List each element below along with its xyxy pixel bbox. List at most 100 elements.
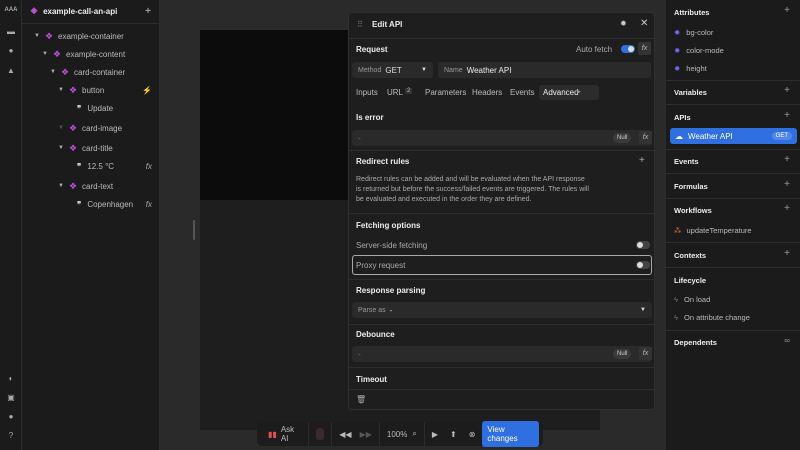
- parse-as-label: Parse as: [358, 306, 386, 314]
- formula-button[interactable]: fx: [639, 347, 652, 360]
- tab-events[interactable]: Events: [510, 88, 534, 97]
- add-attribute-icon[interactable]: +: [784, 5, 790, 16]
- icon-bar: ААА ▬ ● ▲ ◐ ▣ ● ?: [0, 0, 22, 450]
- tab-parameters[interactable]: Parameters: [425, 88, 466, 97]
- tree-item[interactable]: ▼ ❖ card-text: [22, 177, 160, 195]
- tree-item[interactable]: ▼ ❖ example-content: [22, 45, 160, 63]
- help-icon[interactable]: ?: [0, 431, 22, 440]
- fetching-options-heading: Fetching options: [356, 221, 421, 230]
- resize-handle[interactable]: [193, 220, 195, 240]
- formula-icon[interactable]: fx: [146, 200, 152, 209]
- is-error-input[interactable]: -: [352, 130, 652, 146]
- caret-icon[interactable]: ▼: [58, 125, 64, 131]
- auto-fetch-toggle[interactable]: [621, 45, 635, 53]
- lifecycle-label: On load: [683, 295, 711, 304]
- tab-url[interactable]: URL: [387, 88, 403, 97]
- zoom-icon[interactable]: ⌕: [412, 429, 416, 439]
- tree-item[interactable]: ▼ ❖ card-title: [22, 139, 160, 157]
- lifecycle-item[interactable]: ϟ On attribute change: [674, 313, 750, 322]
- timeout-heading: Timeout: [356, 375, 387, 384]
- tab-advanced[interactable]: Advanced: [539, 85, 599, 100]
- globe-icon[interactable]: ●: [0, 46, 22, 55]
- play-icon: ▶: [577, 89, 581, 95]
- gear-icon: ✹: [674, 46, 681, 55]
- name-label: Name: [444, 66, 463, 74]
- tree-label: card-image: [82, 123, 123, 133]
- tree-label: card-text: [82, 181, 114, 191]
- add-workflow-icon[interactable]: +: [784, 203, 790, 214]
- link-icon[interactable]: ∞: [784, 336, 790, 345]
- ask-ai-button[interactable]: ▮▮ Ask AI: [261, 422, 310, 446]
- drag-handle-icon[interactable]: ⠿: [357, 20, 363, 29]
- tab-inputs[interactable]: Inputs: [356, 88, 378, 97]
- null-type-select[interactable]: Null: [613, 349, 632, 359]
- tree-item[interactable]: ❞ 12.5 °C fx: [22, 157, 160, 175]
- lightning-icon: ⚡: [142, 85, 152, 95]
- lifecycle-item[interactable]: ϟ On load: [674, 295, 710, 304]
- element-icon: ❖: [44, 30, 54, 41]
- caret-icon[interactable]: ▼: [58, 183, 64, 189]
- debug-icon[interactable]: ✹: [620, 19, 627, 28]
- tree-item[interactable]: ▼ ❖ example-container: [22, 27, 160, 45]
- add-context-icon[interactable]: +: [784, 248, 790, 259]
- tree-item[interactable]: ▼ ❖ card-container: [22, 63, 160, 81]
- add-icon[interactable]: +: [145, 6, 151, 17]
- formula-button[interactable]: fx: [639, 131, 652, 144]
- debounce-input[interactable]: -: [352, 346, 652, 362]
- tree-item[interactable]: ▼ ❖ card-image: [22, 119, 160, 137]
- warning-icon[interactable]: ▲: [0, 66, 22, 75]
- publish-icon[interactable]: ⬆: [450, 430, 457, 439]
- palette-icon[interactable]: ◐: [0, 374, 22, 383]
- attribute-label: bg-color: [686, 28, 714, 37]
- tree-label: 12.5 °C: [87, 161, 115, 171]
- placeholder: -: [358, 133, 361, 143]
- cloud-icon: ☁: [675, 131, 683, 141]
- add-variable-icon[interactable]: +: [784, 85, 790, 96]
- formulas-heading: Formulas: [674, 182, 708, 191]
- add-icon[interactable]: +: [639, 155, 645, 166]
- lightning-icon: ϟ: [674, 295, 678, 304]
- redo-icon[interactable]: ▶▶: [360, 430, 372, 439]
- formula-button[interactable]: fx: [638, 42, 651, 55]
- null-type-select[interactable]: Null: [613, 133, 632, 143]
- server-side-toggle[interactable]: [636, 241, 650, 249]
- caret-icon[interactable]: ▼: [58, 87, 64, 93]
- add-formula-icon[interactable]: +: [784, 179, 790, 190]
- zoom-control[interactable]: 100% ⌕: [380, 422, 425, 446]
- formula-icon[interactable]: fx: [146, 162, 152, 171]
- lightning-icon: ϟ: [674, 313, 678, 322]
- name-input[interactable]: Name Weather API: [438, 62, 651, 78]
- play-icon[interactable]: ▶: [432, 430, 438, 439]
- avatar[interactable]: [309, 422, 333, 446]
- folder-icon[interactable]: ▬: [0, 27, 22, 36]
- attribute-label: color-mode: [686, 46, 724, 55]
- caret-icon[interactable]: ▼: [34, 33, 40, 39]
- caret-icon[interactable]: ▼: [42, 51, 48, 57]
- dependents-heading: Dependents: [674, 338, 717, 347]
- add-api-icon[interactable]: +: [784, 110, 790, 121]
- bulb-icon[interactable]: ●: [0, 412, 22, 421]
- tree-label: example-container: [58, 31, 124, 41]
- lifecycle-heading: Lifecycle: [674, 276, 707, 285]
- trash-icon[interactable]: 🗑: [356, 395, 366, 404]
- add-event-icon[interactable]: +: [784, 154, 790, 165]
- undo-icon[interactable]: ◀◀: [339, 430, 351, 439]
- workflow-item[interactable]: ⁂ updateTemperature: [674, 226, 752, 235]
- method-select[interactable]: Method GET ▼: [352, 62, 433, 78]
- caret-icon[interactable]: ▼: [50, 69, 56, 75]
- tree-item[interactable]: ▼ ❖ button ⚡: [22, 81, 160, 99]
- tree-item[interactable]: ❞ Copenhagen fx: [22, 195, 160, 213]
- close-icon[interactable]: ✕: [640, 18, 648, 29]
- tab-headers[interactable]: Headers: [472, 88, 502, 97]
- attribute-item[interactable]: ✹ height: [674, 64, 707, 73]
- proxy-request-toggle[interactable]: [636, 261, 650, 269]
- tree-item[interactable]: ❞ Update: [22, 99, 160, 117]
- view-changes-button[interactable]: View changes: [482, 421, 539, 447]
- api-item-weather[interactable]: ☁ Weather API GET: [670, 128, 797, 144]
- stop-icon[interactable]: ⊗: [469, 430, 476, 439]
- gift-icon[interactable]: ▣: [0, 393, 22, 402]
- parse-as-select[interactable]: Parse as - ▼: [352, 302, 652, 318]
- caret-icon[interactable]: ▼: [58, 145, 64, 151]
- attribute-item[interactable]: ✹ bg-color: [674, 28, 713, 37]
- attribute-item[interactable]: ✹ color-mode: [674, 46, 724, 55]
